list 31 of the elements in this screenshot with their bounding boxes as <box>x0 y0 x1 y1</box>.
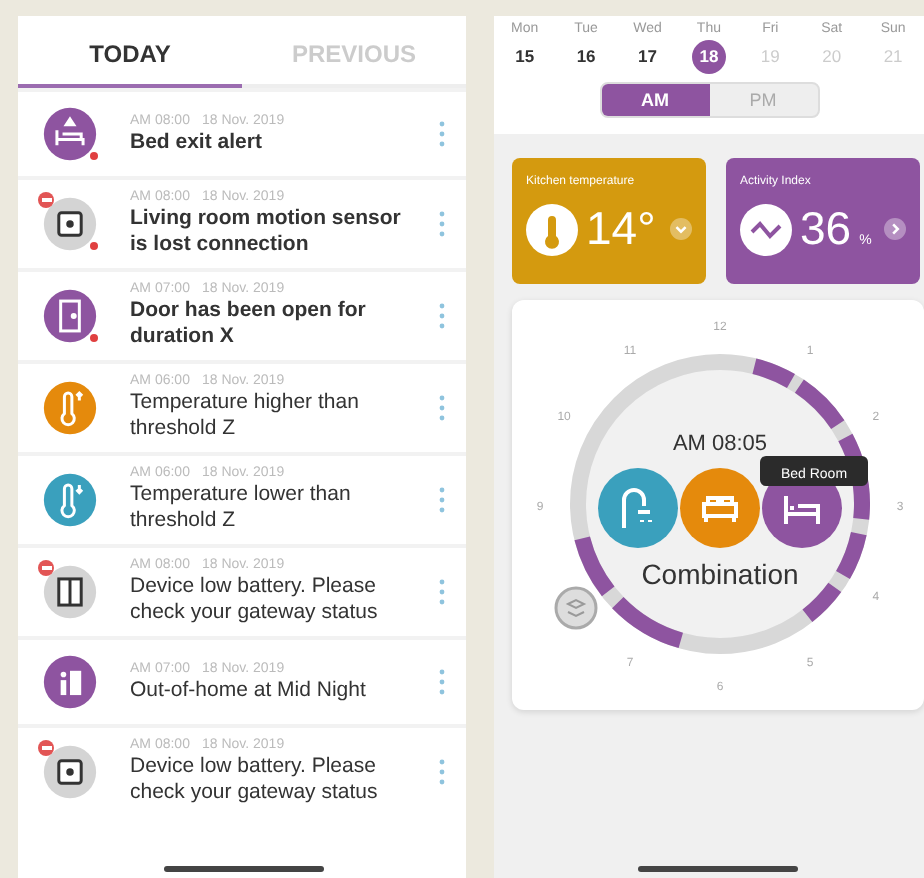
date-label: 17 <box>636 44 659 70</box>
more-icon[interactable] <box>438 578 446 606</box>
alert-message: Out-of-home at Mid Night <box>130 677 368 703</box>
period-option[interactable]: AM <box>601 84 709 116</box>
card-value: 36 <box>800 202 852 256</box>
date-label: 18 <box>691 40 726 74</box>
alert-message: Living room motion sensor is lost connection <box>130 206 403 258</box>
card-value: 14° <box>586 202 656 256</box>
more-icon[interactable] <box>438 486 446 514</box>
more-icon[interactable] <box>438 394 446 422</box>
more-icon[interactable] <box>438 120 446 148</box>
dial-time: AM 08:05 <box>672 432 768 456</box>
chevron-right-icon[interactable] <box>884 218 906 240</box>
alert-message: Device low battery. Please check your gateway status <box>130 754 380 806</box>
date-label: 15 <box>513 44 537 70</box>
alert-message: Door has been open for duration X <box>130 298 368 350</box>
more-icon[interactable] <box>438 758 446 786</box>
thermometer-icon <box>526 203 578 255</box>
alert-message: Temperature higher than threshold Z <box>130 390 361 442</box>
alert-message: Temperature lower than threshold Z <box>130 482 353 534</box>
layers-handle-icon[interactable] <box>554 586 598 630</box>
more-icon[interactable] <box>438 302 446 330</box>
shower-icon[interactable] <box>598 468 678 548</box>
wave-icon <box>740 203 792 255</box>
alert-message: Bed exit alert <box>130 129 264 155</box>
dial-mode-label: Combination <box>641 558 799 590</box>
chevron-down-icon[interactable] <box>670 218 692 240</box>
date-label: 16 <box>574 44 598 70</box>
alert-message: Device low battery. Please check your gateway status <box>130 574 380 626</box>
more-icon[interactable] <box>438 668 446 696</box>
more-icon[interactable] <box>438 210 446 238</box>
